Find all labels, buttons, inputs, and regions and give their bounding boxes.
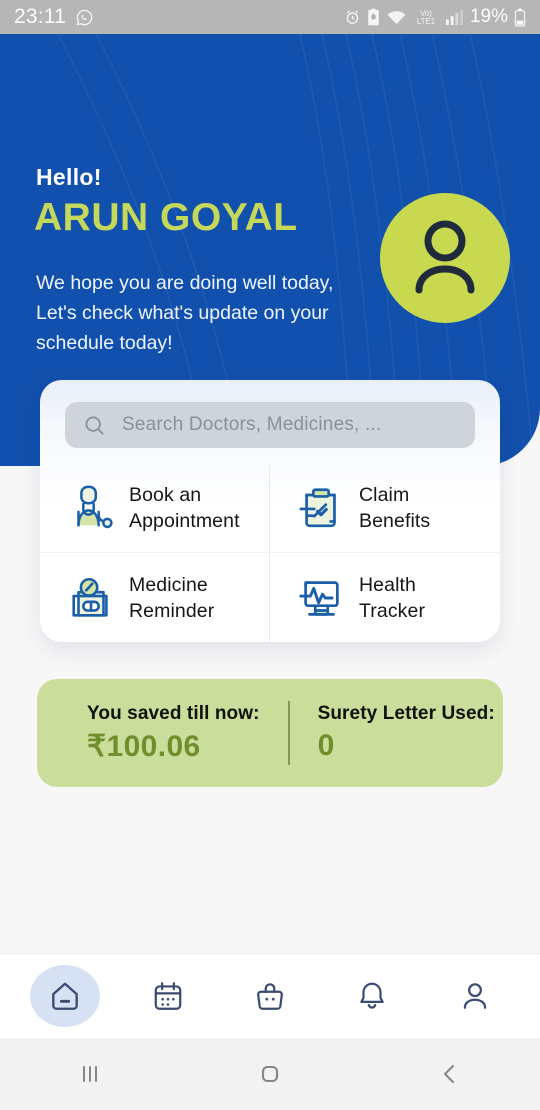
sysnav-recents-button[interactable] [30, 1044, 150, 1104]
quick-action-label: Medicine Reminder [129, 573, 215, 622]
quick-action-label: Health Tracker [359, 573, 426, 622]
savings-label: You saved till now: [87, 702, 260, 724]
sysnav-home-button[interactable] [210, 1044, 330, 1104]
alarm-icon [346, 10, 359, 24]
system-navigation-bar [0, 1038, 540, 1110]
status-bar-clock: 23:11 [14, 5, 66, 28]
monitor-heartbeat-icon [294, 571, 348, 625]
svg-text:LTE1: LTE1 [417, 17, 435, 26]
welcome-subtitle: We hope you are doing well today, Let's … [36, 272, 334, 354]
avatar[interactable] [380, 193, 510, 323]
nav-item-calendar[interactable] [133, 965, 203, 1027]
savings-divider [287, 701, 290, 765]
home-square-icon [261, 1065, 279, 1083]
status-bar-right: Vo) LTE1 19% [344, 6, 526, 28]
whatsapp-icon [76, 9, 93, 26]
status-bar: 23:11 Vo) LTE1 19% [0, 0, 540, 34]
nav-item-home[interactable] [30, 965, 101, 1027]
battery-icon [514, 8, 526, 27]
surety-value: 0 [317, 729, 335, 762]
doctor-icon [64, 481, 118, 535]
status-bar-left: 23:11 [14, 5, 94, 29]
quick-actions-card: Search Doctors, Medicines, ... Book an A… [40, 380, 500, 642]
volte-icon: Vo) LTE1 [417, 9, 435, 26]
greeting-text: Hello! [36, 164, 102, 190]
home-icon [52, 982, 79, 1010]
app-root: 23:11 Vo) LTE1 19% Hello! ARUN GOYAL We … [0, 0, 540, 1110]
medicine-clock-icon [64, 571, 118, 625]
battery-saver-icon [368, 8, 379, 26]
signal-icon [445, 9, 463, 25]
person-icon [463, 983, 486, 1009]
quick-action-label: Claim Benefits [359, 484, 431, 532]
quick-action-claim-benefits[interactable]: Claim Benefits [270, 464, 500, 553]
battery-percent-label: 19% [469, 6, 508, 27]
savings-card: You saved till now: ₹100.06 Surety Lette… [37, 679, 503, 787]
clipboard-check-icon [294, 481, 348, 535]
user-name: ARUN GOYAL [34, 196, 298, 239]
recents-icon [83, 1066, 97, 1082]
quick-action-label: Book an Appointment [129, 484, 240, 532]
nav-item-orders[interactable] [235, 965, 305, 1027]
search-bar[interactable]: Search Doctors, Medicines, ... [65, 402, 475, 448]
sysnav-back-button[interactable] [390, 1044, 510, 1104]
back-chevron-icon [443, 1064, 455, 1084]
nav-item-notifications[interactable] [337, 965, 407, 1027]
calendar-icon [154, 982, 181, 1010]
bell-icon [360, 982, 385, 1009]
bag-icon [257, 983, 283, 1010]
quick-action-medicine-reminder[interactable]: Medicine Reminder [40, 553, 270, 642]
wifi-icon [387, 10, 406, 24]
quick-action-health-tracker[interactable]: Health Tracker [270, 553, 500, 642]
nav-item-profile[interactable] [440, 965, 510, 1027]
savings-amount-block: You saved till now: ₹100.06 [37, 703, 260, 764]
bottom-navigation [0, 953, 540, 1038]
quick-action-book-appointment[interactable]: Book an Appointment [40, 464, 270, 553]
surety-label: Surety Letter Used: [317, 703, 495, 724]
surety-letter-block: Surety Letter Used: 0 [290, 703, 503, 763]
quick-actions-grid: Book an Appointment Claim Benefits Medic… [40, 464, 500, 642]
person-icon [415, 220, 475, 294]
savings-value: ₹100.06 [87, 729, 201, 763]
search-icon [85, 416, 104, 435]
search-input-placeholder[interactable]: Search Doctors, Medicines, ... [122, 414, 381, 436]
